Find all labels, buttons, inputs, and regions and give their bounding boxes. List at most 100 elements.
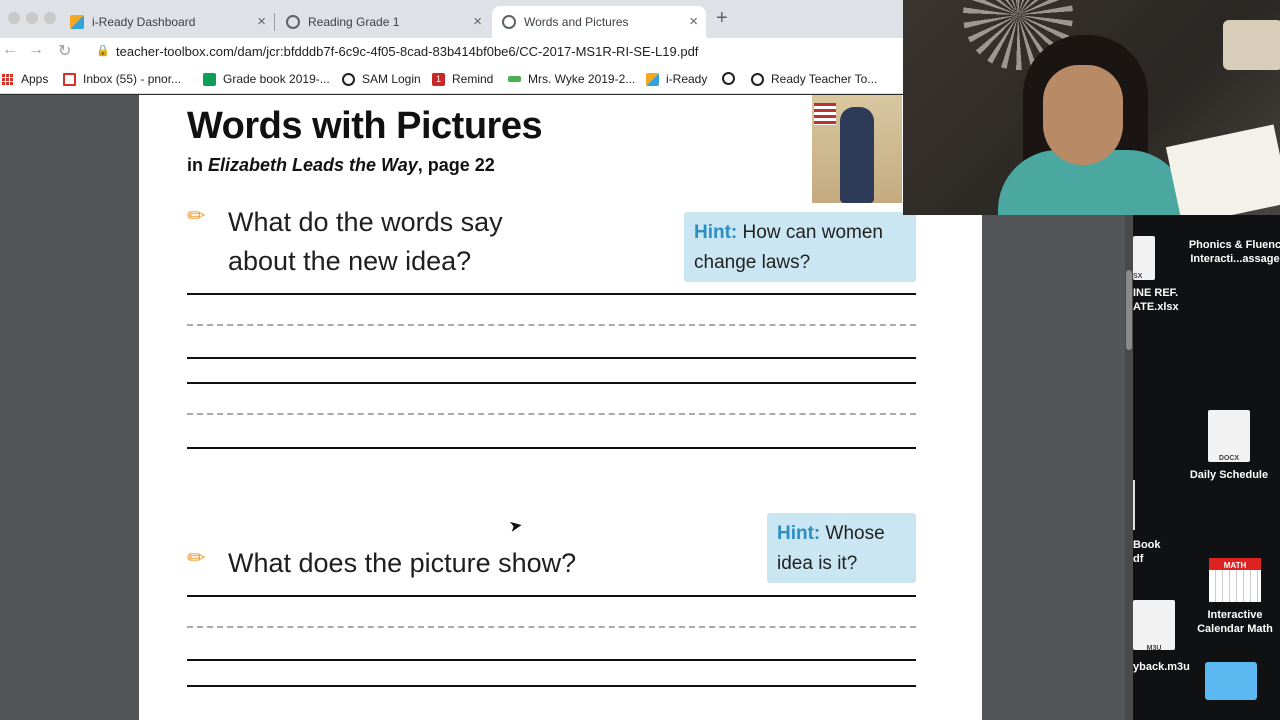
iready-cube-icon — [70, 15, 84, 29]
iready-cube-icon — [646, 72, 659, 86]
hint-text: idea is it? — [777, 553, 858, 574]
globe-icon — [722, 72, 735, 85]
pdf-page: Words with Pictures in Elizabeth Leads t… — [139, 95, 982, 720]
desktop-item-book-pdf[interactable]: Book df — [1133, 480, 1178, 566]
folder-shape — [1205, 662, 1257, 700]
globe-icon — [286, 15, 300, 29]
calendar-badge: MATH — [1223, 561, 1247, 570]
writing-line — [187, 595, 916, 597]
tab-label: Reading Grade 1 — [308, 15, 400, 29]
desktop-item-calendar-math[interactable]: MATH Interactive Calendar Math — [1183, 558, 1280, 636]
pencil-icon: ✏ — [187, 545, 206, 570]
globe-icon — [502, 15, 516, 29]
m3u-file-icon: M3U — [1133, 600, 1175, 652]
globe-icon — [751, 72, 764, 86]
hint-box-1: Hint: How can women change laws? — [684, 212, 916, 282]
bookmark-label: Grade book 2019-... — [223, 72, 330, 86]
writing-line — [187, 357, 916, 359]
lamp-image — [1223, 20, 1280, 70]
bookmark-apps[interactable]: Apps — [2, 72, 48, 86]
bookmark-mrs-wyke[interactable]: Mrs. Wyke 2019-2... — [508, 72, 635, 86]
close-tab-icon[interactable]: × — [257, 13, 266, 30]
close-window-button[interactable] — [8, 12, 20, 24]
hint-label: Hint: — [777, 523, 821, 544]
spreadsheet-file-icon: SX — [1133, 236, 1155, 280]
page-subtitle: in Elizabeth Leads the Way, page 22 — [187, 155, 495, 176]
book-title: Elizabeth Leads the Way — [208, 155, 418, 175]
writing-line — [187, 447, 916, 449]
bookmark-label: i-Ready — [666, 72, 708, 86]
subtitle-prefix: in — [187, 155, 208, 175]
zoom-window-button[interactable] — [44, 12, 56, 24]
tab-reading-grade-1[interactable]: Reading Grade 1 × — [276, 6, 490, 38]
desktop-item-label: INE REF. — [1133, 287, 1179, 299]
book-cover-image — [812, 95, 902, 203]
address-bar[interactable]: teacher-toolbox.com/dam/jcr:bfdddb7f-6c9… — [116, 44, 698, 59]
writing-line — [187, 659, 916, 661]
bookmark-label: Remind — [452, 72, 494, 86]
bookmark-label: Inbox (55) - pnor... — [83, 72, 182, 86]
pencil-icon: ✏ — [187, 203, 206, 228]
close-tab-icon[interactable]: × — [689, 13, 698, 30]
dashed-guide-line — [187, 413, 916, 415]
lock-icon[interactable]: 🔒 — [96, 44, 110, 57]
desktop-item-label: Interactive — [1207, 609, 1263, 621]
bookmark-favicon-icon — [508, 76, 521, 82]
hint-text: How can women — [737, 222, 883, 243]
dashed-guide-line — [187, 324, 916, 326]
reload-icon[interactable]: ↻ — [58, 41, 71, 61]
dashed-guide-line — [187, 626, 916, 628]
presenter-face — [1043, 65, 1123, 165]
question-2: What does the picture show? — [228, 544, 576, 583]
tab-strip: i-Ready Dashboard × Reading Grade 1 × Wo… — [0, 0, 910, 38]
tab-iready-dashboard[interactable]: i-Ready Dashboard × — [60, 6, 274, 38]
desktop-item-xlsx[interactable]: SX INE REF. ATE.xlsx — [1133, 236, 1183, 314]
bookmark-label: Apps — [21, 72, 49, 86]
bookmark-label: Mrs. Wyke 2019-2... — [528, 72, 636, 86]
desktop-item-playback-m3u[interactable]: M3U yback.m3u — [1133, 600, 1193, 674]
bookmark-ready-teacher[interactable]: Ready Teacher To... — [751, 72, 877, 86]
flag-illustration — [814, 103, 836, 125]
tab-label: Words and Pictures — [524, 15, 629, 29]
subtitle-suffix: , page 22 — [417, 155, 495, 175]
screen: i-Ready Dashboard × Reading Grade 1 × Wo… — [0, 0, 1280, 720]
question-line: What do the words say — [228, 207, 503, 237]
bookmark-label: Ready Teacher To... — [771, 72, 878, 86]
desktop-item-phonics[interactable]: Phonics & Fluenc Interacti...assage — [1185, 238, 1280, 266]
bookmark-iready[interactable]: i-Ready — [646, 72, 707, 86]
back-arrow-icon[interactable]: ← — [2, 41, 18, 59]
hint-text: change laws? — [694, 252, 811, 273]
desktop-item-label: Calendar Math — [1197, 623, 1273, 635]
desktop-item-label: Daily Schedule — [1189, 469, 1269, 481]
scrollbar-thumb[interactable] — [1126, 270, 1132, 350]
bookmark-remind[interactable]: 1 Remind — [432, 72, 493, 86]
minimize-window-button[interactable] — [26, 12, 38, 24]
forward-arrow-icon[interactable]: → — [28, 41, 44, 59]
bookmarks-bar: Apps Inbox (55) - pnor... Grade book 201… — [0, 66, 910, 94]
bookmark-label: SAM Login — [362, 72, 421, 86]
tab-words-and-pictures[interactable]: Words and Pictures × — [492, 6, 706, 38]
calendar-icon: MATH — [1209, 558, 1261, 602]
bookmark-grade-book[interactable]: Grade book 2019-... — [203, 72, 330, 86]
desktop-item-label: Phonics & Fluenc — [1188, 239, 1280, 251]
hint-text: Whose — [820, 523, 885, 544]
desktop-item-daily-schedule[interactable]: DOCX Daily Schedule — [1181, 410, 1277, 482]
new-tab-icon[interactable]: + — [716, 7, 728, 30]
held-book-image — [1165, 124, 1280, 215]
tab-separator — [274, 13, 275, 31]
hint-label: Hint: — [694, 222, 738, 243]
question-line: What does the picture show? — [228, 548, 577, 578]
desktop-item-label: df — [1133, 553, 1144, 565]
close-tab-icon[interactable]: × — [473, 13, 482, 30]
bookmark-inbox[interactable]: Inbox (55) - pnor... — [63, 72, 181, 86]
docx-file-icon: DOCX — [1208, 410, 1250, 462]
folder-icon[interactable] — [1205, 662, 1257, 700]
writing-line — [187, 293, 916, 295]
bookmark-globe[interactable] — [722, 72, 742, 85]
sheets-icon — [203, 72, 216, 86]
apps-grid-icon — [2, 73, 13, 85]
bookmark-sam-login[interactable]: SAM Login — [342, 72, 421, 86]
desktop-item-label: Interacti...assage — [1190, 253, 1280, 265]
pdf-file-icon — [1133, 480, 1135, 530]
browser-toolbar: ← → ↻ 🔒 teacher-toolbox.com/dam/jcr:bfdd… — [0, 38, 910, 66]
